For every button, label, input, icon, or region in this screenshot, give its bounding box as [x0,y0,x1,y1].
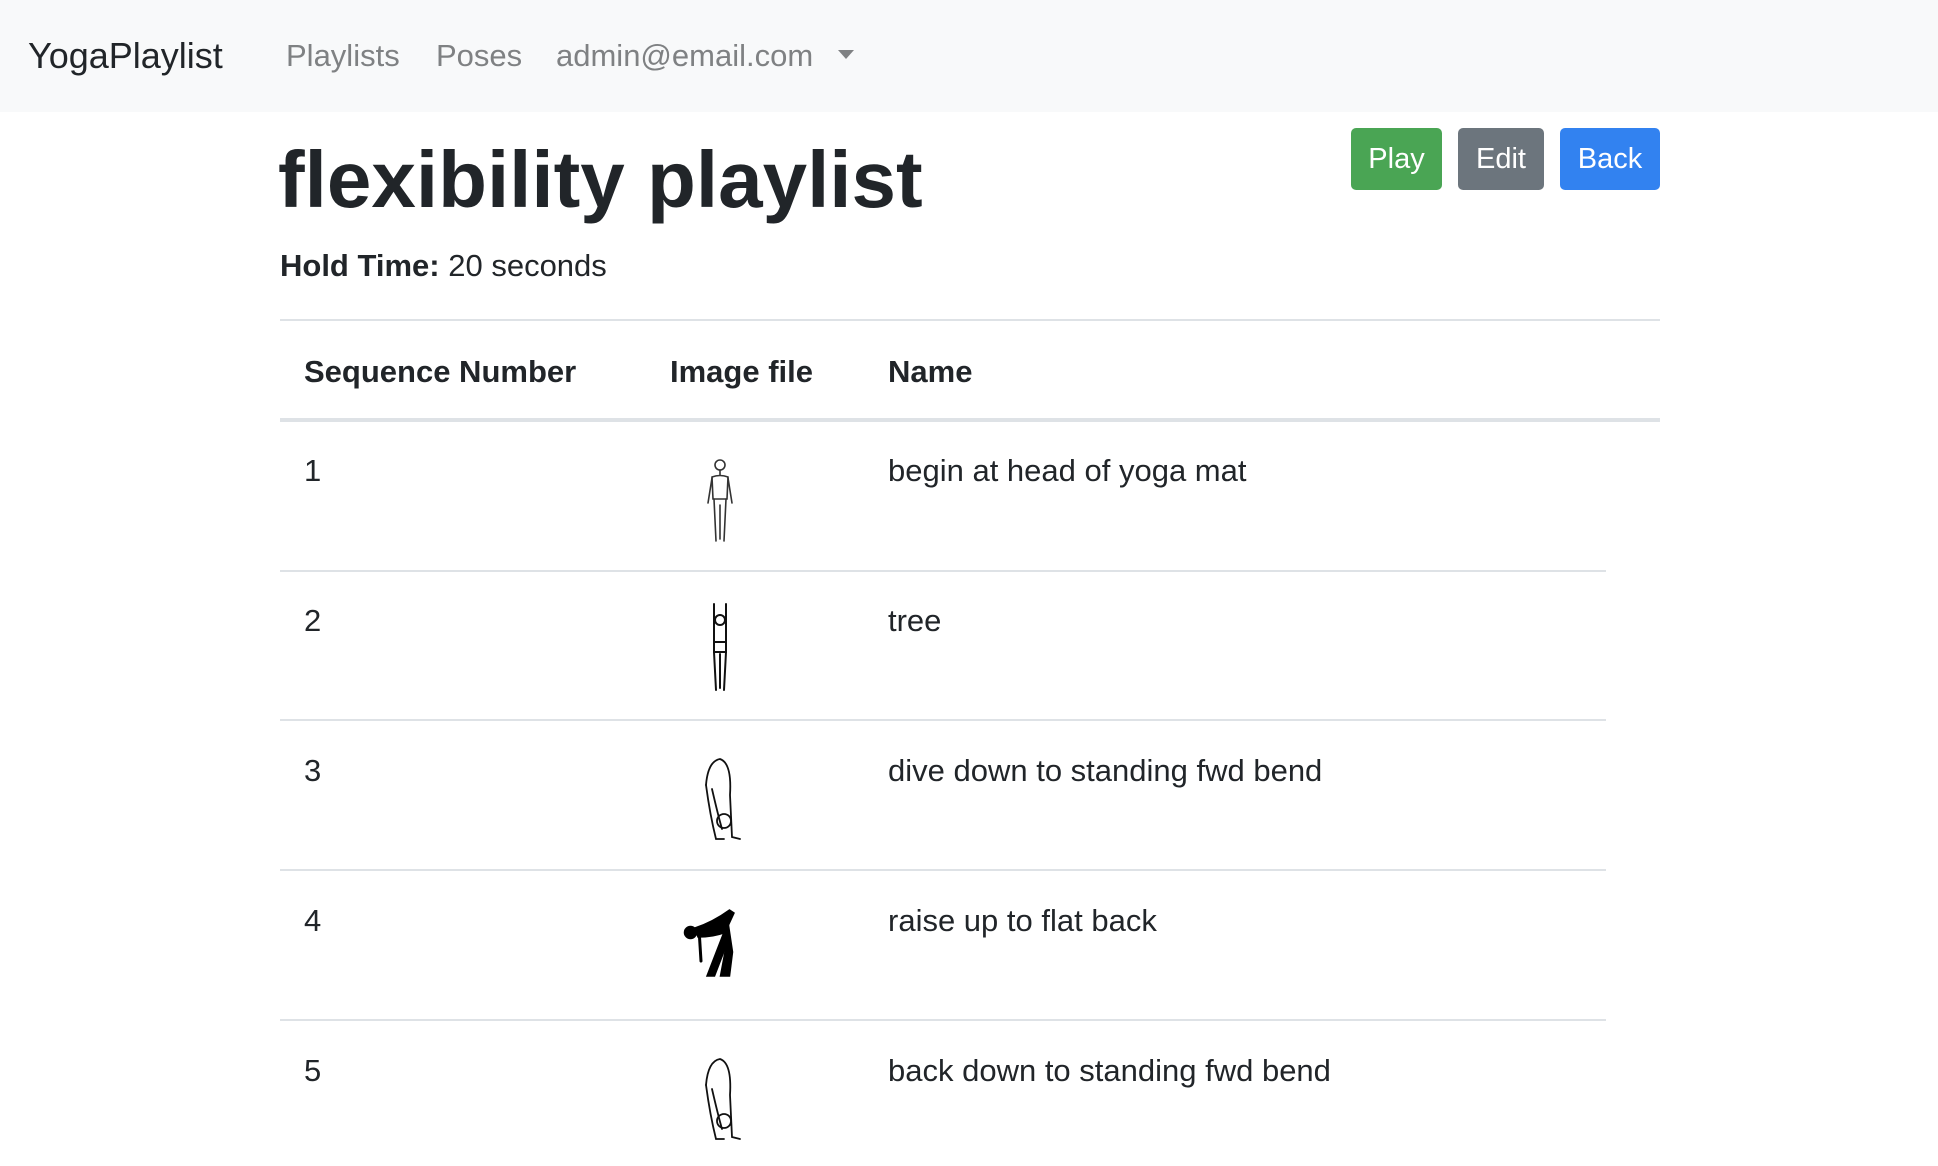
sequence-number: 2 [304,603,322,638]
pose-name: raise up to flat back [888,903,1157,938]
row-divider [280,869,1606,871]
table-header-rule [280,418,1660,422]
edit-button[interactable]: Edit [1458,128,1544,190]
sequence-number: 4 [304,903,322,938]
hold-time-label: Hold Time: [280,248,440,283]
sequence-number: 3 [304,753,322,788]
hold-time: Hold Time: 20 seconds [280,246,607,286]
tree-pose-icon [713,603,727,691]
pose-name: dive down to standing fwd bend [888,753,1323,788]
row-divider [280,719,1606,721]
row-divider [280,570,1606,572]
pose-name: tree [888,603,942,638]
header-name: Name [888,354,973,389]
row-divider [280,1019,1606,1021]
page-title: flexibility playlist [278,135,923,224]
forward-bend-icon [705,1058,741,1140]
hold-time-value: 20 seconds [448,248,607,283]
forward-bend-icon [705,758,741,840]
navbar: YogaPlaylist Playlists Poses admin@email… [0,0,1938,112]
header-sequence-number: Sequence Number [304,354,577,389]
nav-link-playlists[interactable]: Playlists [286,36,400,76]
nav-link-poses[interactable]: Poses [436,36,522,76]
mountain-pose-icon [707,459,733,542]
flat-back-icon [683,909,735,977]
user-menu-dropdown[interactable]: admin@email.com [556,36,813,76]
chevron-down-icon[interactable] [838,50,854,59]
pose-name: begin at head of yoga mat [888,453,1247,488]
sequence-number: 5 [304,1053,322,1088]
header-image-file: Image file [670,354,813,389]
play-button[interactable]: Play [1351,128,1442,190]
back-button[interactable]: Back [1560,128,1660,190]
pose-name: back down to standing fwd bend [888,1053,1331,1088]
sequence-number: 1 [304,453,322,488]
brand-link[interactable]: YogaPlaylist [28,34,223,78]
table-top-rule [280,319,1660,321]
